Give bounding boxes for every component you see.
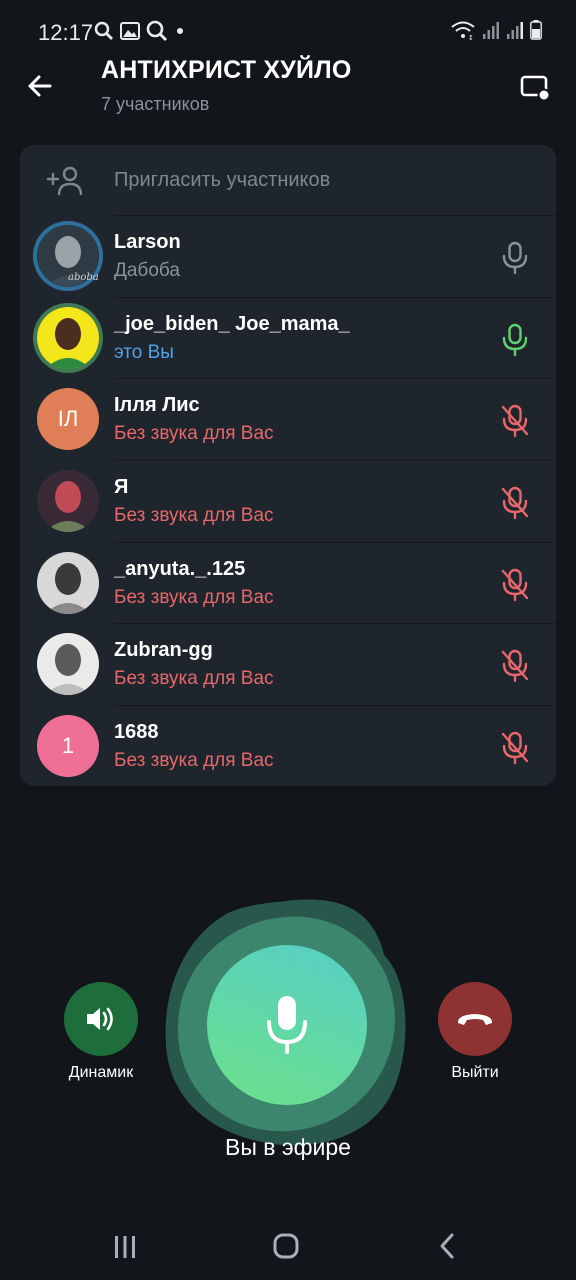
mic-muted-icon <box>501 731 529 765</box>
mic-muted-icon <box>501 486 529 520</box>
participant-name: Zubran-gg <box>114 639 213 662</box>
participant-row[interactable]: Zubran-gg Без звука для Вас <box>20 623 556 705</box>
participant-avatar <box>37 633 99 696</box>
participant-status: Без звука для Вас <box>114 423 274 445</box>
back-nav-button[interactable] <box>428 1230 468 1262</box>
participant-name: _anyuta._.125 <box>114 557 246 580</box>
participant-avatar <box>37 470 99 533</box>
page-title: АНТИХРИСТ ХУЙЛО <box>101 56 352 84</box>
participant-row[interactable]: _joe_biden_ Joe_mama_ это Вы <box>20 296 556 379</box>
participant-avatar: 1 <box>37 715 99 778</box>
participant-mic-button[interactable] <box>500 323 530 357</box>
participant-row[interactable]: aboba Larson Дабоба <box>20 215 556 297</box>
participant-status: Без звука для Вас <box>114 750 274 772</box>
participant-name: Ілля Лис <box>114 394 200 417</box>
screen-share-button[interactable] <box>520 72 551 102</box>
participant-row[interactable]: ІЛ Ілля Лис Без звука для Вас <box>20 378 556 460</box>
participant-mic-button[interactable] <box>500 731 530 765</box>
row-divider <box>114 705 556 707</box>
participant-row[interactable]: Я Без звука для Вас <box>20 460 556 542</box>
participant-status: Без звука для Вас <box>114 668 274 690</box>
screen-share-icon <box>520 75 551 102</box>
microphone-toggle-button[interactable] <box>207 945 367 1105</box>
participant-name: Larson <box>114 231 181 253</box>
participant-name: Я <box>114 476 129 499</box>
speaker-button[interactable] <box>64 982 138 1056</box>
on-air-status: Вы в эфире <box>225 1134 351 1160</box>
row-divider <box>114 460 556 462</box>
participant-status: это Вы <box>114 341 174 363</box>
home-icon <box>273 1233 299 1259</box>
participant-avatar: ІЛ <box>37 388 99 451</box>
back-button[interactable] <box>22 68 58 104</box>
leave-label: Выйти <box>451 1064 499 1081</box>
avatar-caption: aboba <box>68 272 99 283</box>
signal-icon <box>483 22 499 39</box>
system-nav-bar <box>0 1210 576 1280</box>
arrow-left-icon <box>28 75 52 97</box>
battery-icon <box>530 20 542 40</box>
status-right-icons: ↕ <box>450 20 542 40</box>
participant-mic-button[interactable] <box>500 241 530 275</box>
leave-button[interactable] <box>438 982 512 1056</box>
participants-list: aboba Larson Дабоба _joe_biden_ Joe_mama_ эт… <box>20 215 556 786</box>
signal-icon-2 <box>507 22 523 39</box>
participant-mic-button[interactable] <box>500 568 530 602</box>
row-divider <box>114 378 556 380</box>
wifi-icon: ↕ <box>451 21 475 40</box>
row-divider <box>114 215 556 216</box>
search-icon <box>94 21 113 40</box>
microphone-icon <box>502 323 528 356</box>
chat-search-icon <box>146 20 168 42</box>
mic-muted-icon <box>501 405 529 438</box>
invite-label: Пригласить участников <box>114 169 331 191</box>
participant-name: _joe_biden_ Joe_mama_ <box>114 312 350 335</box>
participant-avatar <box>37 306 99 369</box>
back-nav-icon <box>440 1233 454 1259</box>
participant-status: Дабоба <box>114 260 180 281</box>
participant-mic-button[interactable] <box>500 486 530 520</box>
participants-panel: Пригласить участников aboba Larson Дабоба _… <box>20 145 556 786</box>
speaker-icon <box>87 1007 113 1031</box>
recent-apps-button[interactable] <box>105 1230 145 1262</box>
participant-status: Без звука для Вас <box>114 505 274 527</box>
invite-participants-button[interactable]: Пригласить участников <box>20 145 556 215</box>
participant-status: Без звука для Вас <box>114 586 274 608</box>
participant-count: 7 участников <box>101 94 210 114</box>
svg-text:↕: ↕ <box>468 34 474 40</box>
recent-apps-icon <box>115 1236 135 1258</box>
participant-avatar <box>37 551 99 614</box>
hang-up-icon <box>457 1014 493 1025</box>
dot-icon <box>177 28 183 34</box>
participant-mic-button[interactable] <box>500 649 530 683</box>
mic-muted-icon <box>501 650 529 683</box>
microphone-icon <box>502 241 528 275</box>
participant-mic-button[interactable] <box>500 404 530 438</box>
participant-name: 1688 <box>114 721 159 744</box>
row-divider <box>114 623 556 625</box>
row-divider <box>114 296 556 298</box>
speaker-label: Динамик <box>68 1064 134 1081</box>
add-user-icon <box>46 166 82 196</box>
gallery-icon <box>120 22 140 40</box>
microphone-icon <box>267 996 307 1054</box>
status-time: 12:17 <box>38 20 94 45</box>
status-left-icons <box>94 20 186 42</box>
home-button[interactable] <box>266 1230 306 1262</box>
participant-row[interactable]: _anyuta._.125 Без звука для Вас <box>20 541 556 624</box>
participant-row[interactable]: 1 1688 Без звука для Вас <box>20 705 556 786</box>
status-bar: 12:17 ↕ <box>0 0 576 48</box>
mic-muted-icon <box>501 568 529 601</box>
row-divider <box>114 541 556 543</box>
